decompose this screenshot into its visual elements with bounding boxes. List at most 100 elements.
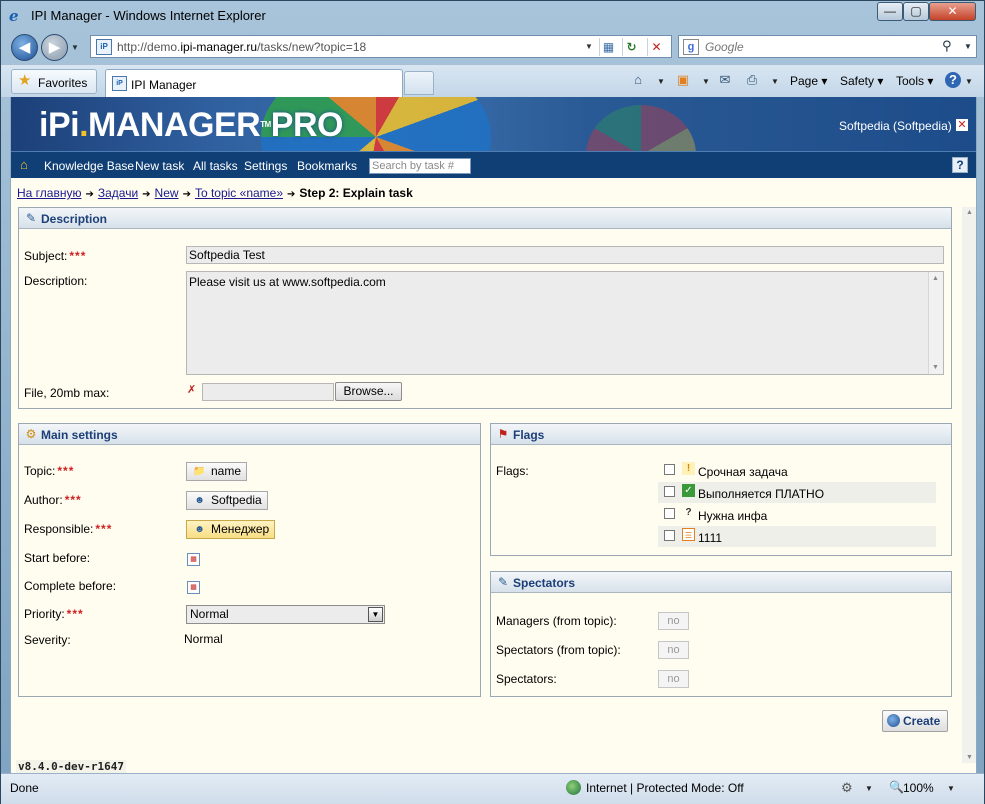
safety-menu[interactable]: Safety ▾ xyxy=(840,74,883,88)
back-button[interactable]: ◀ xyxy=(11,34,38,61)
task-search-input[interactable]: Search by task # xyxy=(369,158,471,174)
calendar-icon[interactable]: ▦ xyxy=(187,581,200,594)
current-user-link[interactable]: Softpedia (Softpedia) xyxy=(839,119,952,133)
maximize-button[interactable]: ▢ xyxy=(903,2,929,21)
favorites-button[interactable]: ★ Favorites xyxy=(11,69,97,94)
nav-new-task[interactable]: New task xyxy=(135,159,184,173)
nav-settings[interactable]: Settings xyxy=(244,159,287,173)
nav-bookmarks[interactable]: Bookmarks xyxy=(297,159,357,173)
flag-checkbox[interactable] xyxy=(664,530,675,541)
description-scrollbar[interactable]: ▲ ▼ xyxy=(928,272,943,374)
topic-label: Topic: *** xyxy=(24,464,75,478)
ipi-manager-logo[interactable]: iPi.MANAGERTMPRO xyxy=(39,106,343,144)
topic-picker-button[interactable]: 📁 name xyxy=(186,462,247,481)
breadcrumb-tasks[interactable]: Задачи xyxy=(98,186,138,200)
flag-row: ? Нужна инфа xyxy=(658,504,936,525)
stop-icon[interactable]: ✕ xyxy=(647,38,665,56)
nav-knowledge-base[interactable]: Knowledge Base xyxy=(44,159,134,173)
flag-checkbox[interactable] xyxy=(664,464,675,475)
help-chevron-icon[interactable]: ▼ xyxy=(965,77,973,86)
page-scrollbar[interactable]: ▲ ▼ xyxy=(962,207,976,763)
main-nav: ⌂ Knowledge Base New task All tasks Sett… xyxy=(11,151,976,178)
tools-menu[interactable]: Tools ▾ xyxy=(896,74,933,88)
file-input[interactable] xyxy=(202,383,334,401)
priority-label: Priority: *** xyxy=(24,607,84,621)
main-settings-title: Main settings xyxy=(41,428,118,442)
browse-button[interactable]: Browse... xyxy=(335,382,402,401)
zoom-level[interactable]: 100% xyxy=(903,781,934,795)
breadcrumb-new[interactable]: New xyxy=(155,186,179,200)
calendar-icon[interactable]: ▦ xyxy=(187,553,200,566)
page-menu[interactable]: Page ▾ xyxy=(790,74,827,88)
description-text: Please visit us at www.softpedia.com xyxy=(189,275,386,289)
subject-input[interactable]: Softpedia Test xyxy=(186,246,944,264)
security-chevron-icon[interactable]: ▼ xyxy=(865,784,873,793)
create-button[interactable]: Create xyxy=(882,710,948,732)
recent-pages-chevron-icon[interactable]: ▼ xyxy=(71,43,79,52)
balloon-graphic-secondary xyxy=(586,105,696,151)
flag-checkbox[interactable] xyxy=(664,508,675,519)
complete-before-label: Complete before: xyxy=(24,579,117,593)
home-chevron-icon[interactable]: ▼ xyxy=(657,77,665,86)
logout-icon[interactable]: ✕ xyxy=(956,119,968,131)
close-window-button[interactable]: ✕ xyxy=(929,2,976,21)
version-label: v8.4.0-dev-r1647 xyxy=(16,760,126,773)
nav-all-tasks[interactable]: All tasks xyxy=(193,159,238,173)
forward-button[interactable]: ▶ xyxy=(41,34,68,61)
new-tab-button[interactable] xyxy=(404,71,434,95)
responsible-picker-button[interactable]: ☻ Менеджер xyxy=(186,520,275,539)
feeds-chevron-icon[interactable]: ▼ xyxy=(702,77,710,86)
zoom-chevron-icon[interactable]: ▼ xyxy=(947,784,955,793)
print-chevron-icon[interactable]: ▼ xyxy=(771,77,779,86)
security-zone-text[interactable]: Internet | Protected Mode: Off xyxy=(586,781,744,795)
flag-checkbox[interactable] xyxy=(664,486,675,497)
search-box[interactable]: g Google ⚲ ▼ xyxy=(678,35,977,58)
mail-icon[interactable]: ✉ xyxy=(717,72,733,88)
compatibility-view-icon[interactable]: ▦ xyxy=(599,38,617,56)
flag-label: Выполняется ПЛАТНО xyxy=(698,487,825,501)
folder-icon: 📁 xyxy=(193,466,206,477)
help-menu-icon[interactable]: ? xyxy=(945,72,961,88)
feeds-icon[interactable]: ▣ xyxy=(675,72,691,88)
description-textarea[interactable]: Please visit us at www.softpedia.com ▲ ▼ xyxy=(186,271,944,375)
remove-file-icon[interactable]: ✗ xyxy=(187,384,201,398)
tab-favicon-icon: iP xyxy=(112,76,127,91)
user-icon: ☻ xyxy=(194,495,205,506)
ie-logo-icon: e xyxy=(9,7,19,25)
zoom-icon[interactable]: 🔍 xyxy=(889,780,904,794)
security-settings-icon[interactable]: ⚙ xyxy=(841,780,853,796)
breadcrumb-home[interactable]: На главную xyxy=(17,186,81,200)
google-icon: g xyxy=(683,39,699,55)
minimize-button[interactable]: — xyxy=(877,2,903,21)
tab-row: ★ Favorites iP IPI Manager ⌂ ▼ ▣ ▼ ✉ ⎙ ▼… xyxy=(1,64,984,98)
home-icon[interactable]: ⌂ xyxy=(630,72,646,88)
search-input[interactable]: Google xyxy=(705,40,744,54)
refresh-icon[interactable]: ↻ xyxy=(622,38,640,56)
managers-from-topic-button[interactable]: no xyxy=(658,612,689,630)
breadcrumb-arrow-icon: ➔ xyxy=(85,189,94,200)
star-icon: ★ xyxy=(18,72,32,89)
url-text[interactable]: http://demo.ipi-manager.ru/tasks/new?top… xyxy=(117,40,366,54)
search-options-chevron-icon[interactable]: ▼ xyxy=(964,42,972,51)
tab-ipi-manager[interactable]: iP IPI Manager xyxy=(105,69,403,98)
home-nav-icon[interactable]: ⌂ xyxy=(20,158,35,172)
help-icon[interactable]: ? xyxy=(952,157,968,173)
main-settings-panel: ⚙ Main settings Topic: *** 📁 name Author: *… xyxy=(18,423,481,697)
spectators-from-topic-button[interactable]: no xyxy=(658,641,689,659)
description-panel-header: ✎ Description xyxy=(19,208,951,229)
address-dropdown-icon[interactable]: ▼ xyxy=(585,42,593,51)
breadcrumb: На главную ➔ Задачи ➔ New ➔ To topic «name» ➔ St… xyxy=(17,186,413,200)
print-icon[interactable]: ⎙ xyxy=(744,72,760,88)
page-content: iPi.MANAGERTMPRO Softpedia (Softpedia) ✕… xyxy=(10,97,977,773)
breadcrumb-current: Step 2: Explain task xyxy=(299,186,413,200)
spectators-button[interactable]: no xyxy=(658,670,689,688)
search-icon[interactable]: ⚲ xyxy=(942,38,952,54)
priority-select[interactable]: Normal ▼ xyxy=(186,605,385,624)
breadcrumb-topic[interactable]: To topic «name» xyxy=(195,186,283,200)
flag-label: 1111 xyxy=(698,531,723,545)
author-picker-button[interactable]: ☻ Softpedia xyxy=(186,491,268,510)
address-bar[interactable]: iP http://demo.ipi-manager.ru/tasks/new?… xyxy=(90,35,672,58)
breadcrumb-arrow-icon: ➔ xyxy=(182,189,191,200)
app-banner: iPi.MANAGERTMPRO Softpedia (Softpedia) ✕ xyxy=(11,97,976,151)
severity-label: Severity: xyxy=(24,633,71,647)
